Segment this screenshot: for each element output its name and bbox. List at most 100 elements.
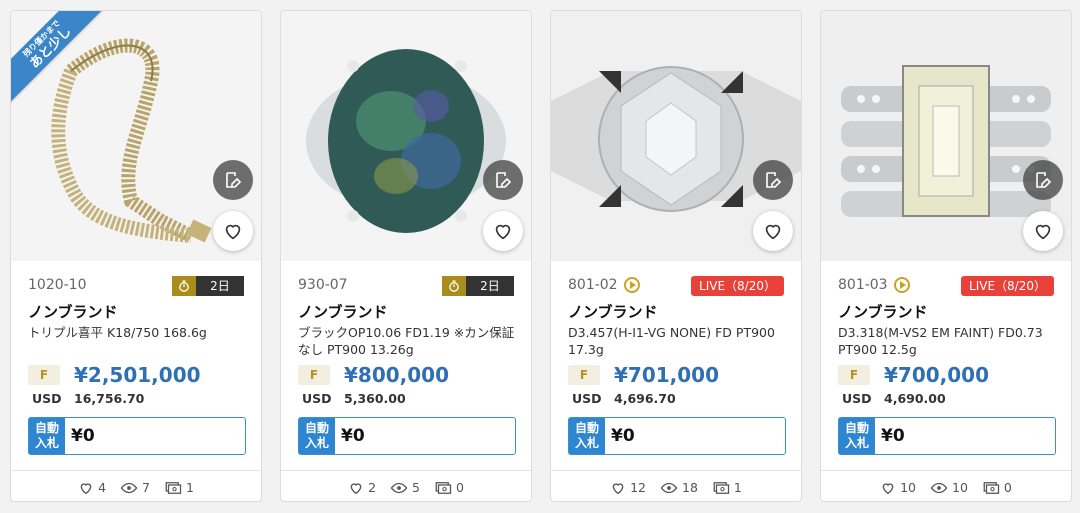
auto-bid-field[interactable]: 自動 入札 ¥0 (28, 417, 246, 455)
edit-note-icon (226, 172, 242, 188)
timer-value: 2日 (196, 276, 244, 296)
current-price: ¥700,000 (884, 363, 990, 387)
edit-note-icon (496, 172, 512, 188)
views-count: 5 (412, 480, 420, 495)
favorite-button[interactable] (213, 211, 253, 251)
product-image[interactable] (821, 11, 1071, 261)
current-price: ¥2,501,000 (74, 363, 201, 387)
auto-bid-value[interactable]: ¥0 (335, 418, 365, 454)
auto-bid-label: 自動 入札 (299, 418, 335, 454)
heart-count-icon (882, 482, 894, 494)
note-button[interactable] (213, 160, 253, 200)
eye-icon (930, 482, 948, 493)
current-price: ¥800,000 (344, 363, 450, 387)
usd-price: 16,756.70 (74, 391, 145, 406)
item-title[interactable]: D3.318(M-VS2 EM FAINT) FD0.73 PT900 12.5… (838, 324, 1058, 358)
heart-count-icon (80, 482, 92, 494)
bids-count: 0 (1003, 480, 1012, 495)
item-title[interactable]: D3.457(H-I1-VG NONE) FD PT900 17.3g (568, 324, 788, 358)
usd-label: USD (32, 391, 62, 406)
remaining-time: 2日 (442, 276, 514, 296)
live-badge: LIVE（8/20） (691, 276, 784, 296)
grade-badge: F (838, 365, 870, 385)
product-card[interactable]: 残り僅かまで あと少し 1020-10 2日 ノンブランド トリプル喜平 K18… (10, 10, 262, 502)
bid-count-icon (165, 481, 182, 494)
views-count: 18 (682, 480, 698, 495)
favorite-button[interactable] (483, 211, 523, 251)
views-count: 7 (142, 480, 150, 495)
product-image[interactable] (281, 11, 531, 261)
product-grid: 残り僅かまで あと少し 1020-10 2日 ノンブランド トリプル喜平 K18… (0, 0, 1080, 513)
lot-number: 1020-10 (28, 277, 87, 293)
bid-count-icon (435, 481, 452, 494)
grade-badge: F (28, 365, 60, 385)
note-button[interactable] (483, 160, 523, 200)
stopwatch-icon (449, 280, 459, 292)
product-image[interactable] (551, 11, 801, 261)
heart-icon (765, 224, 781, 240)
heart-count-icon (350, 482, 362, 494)
auto-bid-label: 自動 入札 (29, 418, 65, 454)
lot-number: 801-02 (568, 277, 640, 293)
live-badge: LIVE（8/20） (961, 276, 1054, 296)
brand-name[interactable]: ノンブランド (838, 301, 928, 322)
bids-count: 1 (733, 480, 742, 495)
eye-icon (660, 482, 678, 493)
eye-icon (120, 482, 138, 493)
stats-bar: 4 7 1 (11, 470, 261, 501)
usd-price: 4,690.00 (884, 391, 946, 406)
item-title[interactable]: トリプル喜平 K18/750 168.6g (28, 324, 248, 341)
play-icon[interactable] (623, 277, 640, 293)
lot-number: 930-07 (298, 277, 348, 293)
auto-bid-value[interactable]: ¥0 (875, 418, 905, 454)
bid-count-icon (713, 481, 730, 494)
views-count: 10 (952, 480, 968, 495)
heart-icon (225, 224, 241, 240)
edit-note-icon (766, 172, 782, 188)
auto-bid-field[interactable]: 自動 入札 ¥0 (568, 417, 786, 455)
usd-label: USD (842, 391, 872, 406)
stats-bar: 12 18 1 (551, 470, 801, 501)
product-card[interactable]: 930-07 2日 ノンブランド ブラックOP10.06 FD1.19 ※カン保… (280, 10, 532, 502)
brand-name[interactable]: ノンブランド (298, 301, 388, 322)
eye-icon (390, 482, 408, 493)
auto-bid-value[interactable]: ¥0 (605, 418, 635, 454)
likes-count: 12 (630, 480, 647, 495)
product-card[interactable]: 801-02 LIVE（8/20） ノンブランド D3.457(H-I1-VG … (550, 10, 802, 502)
auto-bid-value[interactable]: ¥0 (65, 418, 95, 454)
favorite-button[interactable] (1023, 211, 1063, 251)
heart-icon (1035, 224, 1051, 240)
heart-icon (495, 224, 511, 240)
bids-count: 0 (455, 480, 464, 495)
usd-price: 5,360.00 (344, 391, 406, 406)
heart-count-icon (612, 482, 624, 494)
usd-label: USD (302, 391, 332, 406)
play-icon[interactable] (893, 277, 910, 293)
brand-name[interactable]: ノンブランド (28, 301, 118, 322)
bid-count-icon (983, 481, 1000, 494)
product-image[interactable]: 残り僅かまで あと少し (11, 11, 261, 261)
edit-note-icon (1036, 172, 1052, 188)
bids-count: 1 (185, 480, 194, 495)
stats-bar: 10 10 0 (821, 470, 1071, 501)
remaining-time: 2日 (172, 276, 244, 296)
note-button[interactable] (1023, 160, 1063, 200)
auto-bid-field[interactable]: 自動 入札 ¥0 (838, 417, 1056, 455)
likes-count: 2 (368, 480, 377, 495)
usd-price: 4,696.70 (614, 391, 676, 406)
lot-number: 801-03 (838, 277, 910, 293)
usd-label: USD (572, 391, 602, 406)
item-title[interactable]: ブラックOP10.06 FD1.19 ※カン保証なし PT900 13.26g (298, 324, 518, 358)
stopwatch-icon (179, 280, 189, 292)
note-button[interactable] (753, 160, 793, 200)
favorite-button[interactable] (753, 211, 793, 251)
auto-bid-field[interactable]: 自動 入札 ¥0 (298, 417, 516, 455)
grade-badge: F (298, 365, 330, 385)
stats-bar: 2 5 0 (281, 470, 531, 501)
brand-name[interactable]: ノンブランド (568, 301, 658, 322)
auto-bid-label: 自動 入札 (839, 418, 875, 454)
current-price: ¥701,000 (614, 363, 720, 387)
likes-count: 4 (98, 480, 107, 495)
product-card[interactable]: 801-03 LIVE（8/20） ノンブランド D3.318(M-VS2 EM… (820, 10, 1072, 502)
timer-value: 2日 (466, 276, 514, 296)
